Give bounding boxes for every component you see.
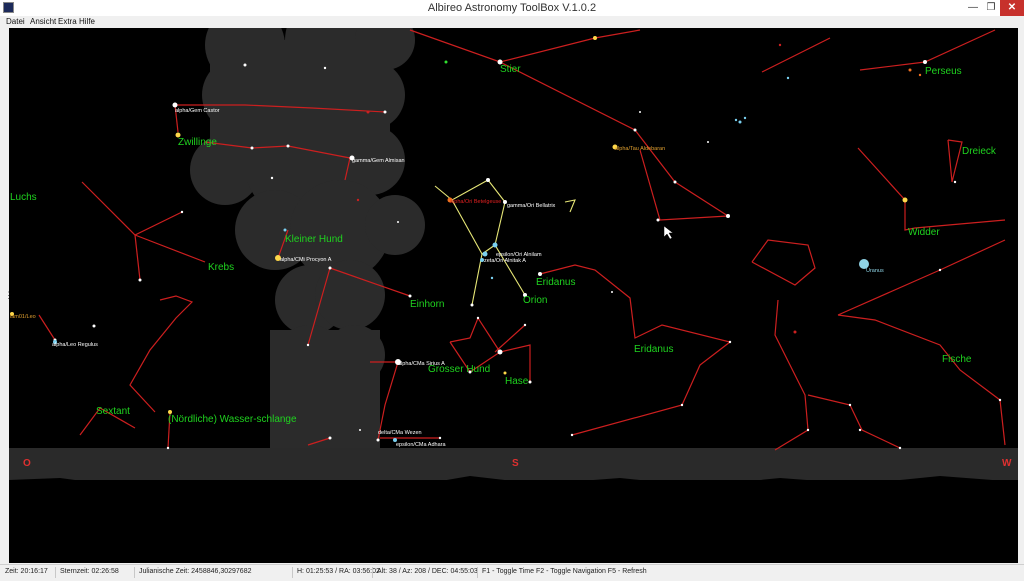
horizon-east: O [23,458,31,469]
menu-extra[interactable]: Extra [58,16,77,27]
label-eridanus-1: Eridanus [536,277,575,288]
label-kleiner-hund: Kleiner Hund [285,234,343,245]
maximize-button[interactable]: ❐ [982,0,1000,16]
minimize-button[interactable]: — [964,0,982,16]
mouse-cursor-icon [663,225,674,240]
window-title: Albireo Astronomy ToolBox V.1.0.2 [427,2,597,14]
menu-datei[interactable]: Datei [6,16,25,27]
label-fische: Fische [942,354,972,365]
star-label-betelgeuse: alpha/Ori Betelgeuse [450,199,501,205]
star-label-aldebaran: alpha/Tau Aldebaran [615,146,665,152]
label-widder: Widder [908,227,940,238]
label-orion: Orion [523,295,547,306]
menu-bar: Datei Ansicht Extra Hilfe [0,16,1024,27]
label-hase: Hase [505,376,529,387]
star-label-wezen: delta/CMa Wezen [378,430,422,436]
label-einhorn: Einhorn [410,299,444,310]
label-sextant: Sextant [96,406,130,417]
star-label-procyon: alpha/CMi Procyon A [280,257,332,263]
label-krebs: Krebs [208,262,234,273]
title-bar: Albireo Astronomy ToolBox V.1.0.2 — ❐ ✕ [0,0,1024,17]
status-alt-az-dec: Alt: 38 / Az: 208 / DEC: 04:55:03 [377,568,478,575]
star-label-adhara: epsilon/CMa Adhara [396,442,446,448]
close-button[interactable]: ✕ [1000,0,1024,16]
status-shortcuts: F1 - Toggle Time F2 - Toggle Navigation … [482,568,647,575]
planet-label-uranus: Uranus [866,268,884,274]
label-dreieck: Dreieck [962,146,997,157]
star-label-almisan: gamma/Gem Almisan [352,158,405,164]
star-label-alnitak: zeta/Ori Alnitak A [484,258,526,264]
label-wasserschlange: (Nördliche) Wasser-schlange [168,414,297,425]
status-hour-angle-ra: H: 01:25:53 / RA: 03:56:02 [297,568,380,575]
label-stier: Stier [500,64,521,75]
label-luchs: Luchs [10,192,37,203]
stars [10,36,1002,450]
status-bar: Zeit: 20:16:17 Sternzeit: 02:26:58 Julia… [0,564,1024,581]
horizon-south: S [512,458,519,469]
status-time: Zeit: 20:16:17 [5,568,48,575]
horizon-west: W [1002,458,1012,469]
star-label-lam01: lam01/Leo [10,314,36,320]
menu-hilfe[interactable]: Hilfe [79,16,95,27]
star-label-sirius: alpha/CMa Sirius A [398,361,445,367]
menu-ansicht[interactable]: Ansicht [30,16,56,27]
star-label-bellatrix: gamma/Ori Bellatrix [507,203,556,209]
constellation-lines [38,29,1006,451]
status-julian-date: Julianische Zeit: 2458846,30297682 [139,568,252,575]
label-zwillinge: Zwillinge [178,137,217,148]
star-label-castor: alpha/Gem Castor [175,108,220,114]
ground-silhouette [9,476,1018,563]
status-sidereal-time: Sternzeit: 02:26:58 [60,568,119,575]
sky-map-canvas[interactable]: Stier Perseus Zwillinge Dreieck Luchs Wi… [9,28,1018,563]
sky-map[interactable]: Stier Perseus Zwillinge Dreieck Luchs Wi… [9,28,1018,563]
label-eridanus-2: Eridanus [634,344,673,355]
label-perseus: Perseus [925,66,962,77]
star-label-regulus: alpha/Leo Regulus [52,342,98,348]
